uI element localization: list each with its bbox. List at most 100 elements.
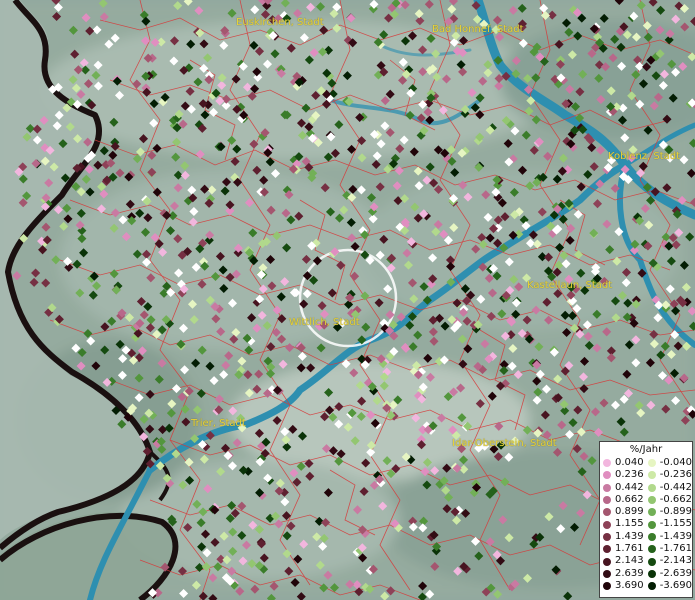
city-label-euskirchen[interactable]: Euskirchen, Stadt — [236, 17, 324, 28]
city-label-koblenz[interactable]: Koblenz, Stadt — [608, 151, 680, 162]
measurement-point — [497, 309, 507, 319]
measurement-point — [145, 424, 155, 434]
measurement-point — [619, 427, 629, 437]
measurement-point — [627, 91, 637, 101]
measurement-point — [642, 182, 652, 192]
measurement-point — [409, 147, 419, 157]
measurement-point — [262, 59, 273, 69]
measurement-point — [73, 134, 83, 144]
measurement-point — [688, 321, 695, 331]
measurement-point — [642, 21, 652, 31]
legend-label: -3.690 — [659, 579, 692, 591]
measurement-point — [154, 374, 164, 384]
measurement-point — [458, 180, 468, 190]
measurement-point — [99, 146, 109, 156]
measurement-point — [661, 404, 671, 414]
measurement-point — [403, 260, 414, 270]
measurement-point — [577, 467, 587, 477]
measurement-point — [407, 278, 418, 288]
measurement-point — [617, 61, 627, 71]
measurement-point — [631, 70, 641, 80]
measurement-point — [334, 456, 344, 466]
legend-swatch — [603, 569, 611, 578]
measurement-point — [349, 368, 359, 378]
measurement-point — [423, 107, 433, 117]
measurement-point — [558, 501, 568, 511]
measurement-point — [677, 195, 687, 205]
measurement-point — [277, 334, 287, 344]
deformation-map[interactable]: Euskirchen, Stadt Bad Honnef, Stadt Kobl… — [0, 0, 695, 600]
measurement-point — [259, 175, 269, 185]
measurement-point — [290, 577, 300, 588]
measurement-point — [590, 407, 601, 417]
legend-entry-negative: -2.639 — [645, 568, 692, 580]
measurement-point — [494, 73, 504, 84]
measurement-point — [306, 363, 316, 373]
measurement-point — [198, 507, 208, 517]
measurement-point — [524, 106, 534, 116]
legend-row: 0.040 -0.040 — [600, 457, 692, 469]
measurement-point — [634, 400, 644, 410]
measurement-point — [191, 580, 201, 590]
measurement-point — [621, 267, 632, 277]
legend-swatch — [603, 496, 611, 505]
measurement-point — [593, 427, 604, 437]
legend-title: %/Jahr — [629, 444, 663, 455]
measurement-point — [399, 135, 409, 145]
measurement-point — [671, 67, 681, 77]
measurement-point — [656, 5, 666, 15]
measurement-point — [582, 320, 592, 330]
measurement-point — [265, 157, 275, 167]
measurement-point — [357, 335, 367, 345]
measurement-point — [12, 271, 22, 281]
city-label-bad-honnef[interactable]: Bad Honnef, Stadt — [432, 24, 524, 35]
measurement-point — [327, 78, 337, 88]
measurement-point — [417, 592, 427, 600]
measurement-point — [504, 452, 514, 462]
measurement-point — [173, 234, 183, 244]
measurement-point — [291, 288, 301, 298]
measurement-point — [478, 76, 488, 86]
city-label-kastellaun[interactable]: Kastellaun, Stadt — [527, 280, 612, 291]
measurement-point — [138, 134, 149, 144]
measurement-point — [150, 37, 160, 47]
measurement-point — [460, 284, 470, 294]
measurement-point — [587, 143, 597, 153]
legend-label: -1.439 — [659, 530, 692, 542]
measurement-point — [558, 153, 568, 163]
measurement-point — [616, 417, 626, 427]
measurement-point — [158, 247, 168, 257]
measurement-point — [385, 89, 395, 99]
measurement-point — [622, 369, 632, 379]
measurement-point — [649, 329, 659, 339]
measurement-point — [565, 235, 575, 245]
measurement-point — [65, 122, 75, 132]
measurement-point — [382, 456, 392, 466]
legend-swatch — [648, 471, 656, 480]
measurement-point — [266, 205, 276, 215]
measurement-point — [205, 361, 215, 371]
measurement-point — [146, 315, 156, 325]
city-label-idar-oberstein[interactable]: Idar-Oberstein, Stadt — [452, 438, 557, 449]
measurement-point — [179, 588, 189, 599]
measurement-point — [227, 298, 238, 308]
measurement-point — [292, 477, 302, 487]
measurement-point — [111, 405, 121, 416]
legend-label: 2.639 — [615, 567, 644, 579]
measurement-point — [77, 234, 87, 244]
measurement-point — [400, 36, 411, 46]
legend-row: 2.143 -2.143 — [600, 555, 692, 567]
measurement-point — [407, 31, 418, 41]
measurement-point — [673, 341, 683, 351]
measurement-point — [166, 408, 176, 418]
measurement-point — [199, 63, 209, 73]
measurement-point — [38, 245, 48, 255]
measurement-point — [475, 399, 485, 409]
legend-label: -2.143 — [659, 555, 692, 567]
measurement-point — [83, 137, 93, 147]
city-label-wittlich[interactable]: Wittlich, Stadt — [289, 317, 360, 328]
city-label-trier[interactable]: Trier, Stadt — [191, 418, 246, 429]
legend-row: 3.690 -3.690 — [600, 580, 692, 592]
measurement-point — [556, 524, 566, 534]
legend-label: -0.442 — [659, 481, 692, 493]
